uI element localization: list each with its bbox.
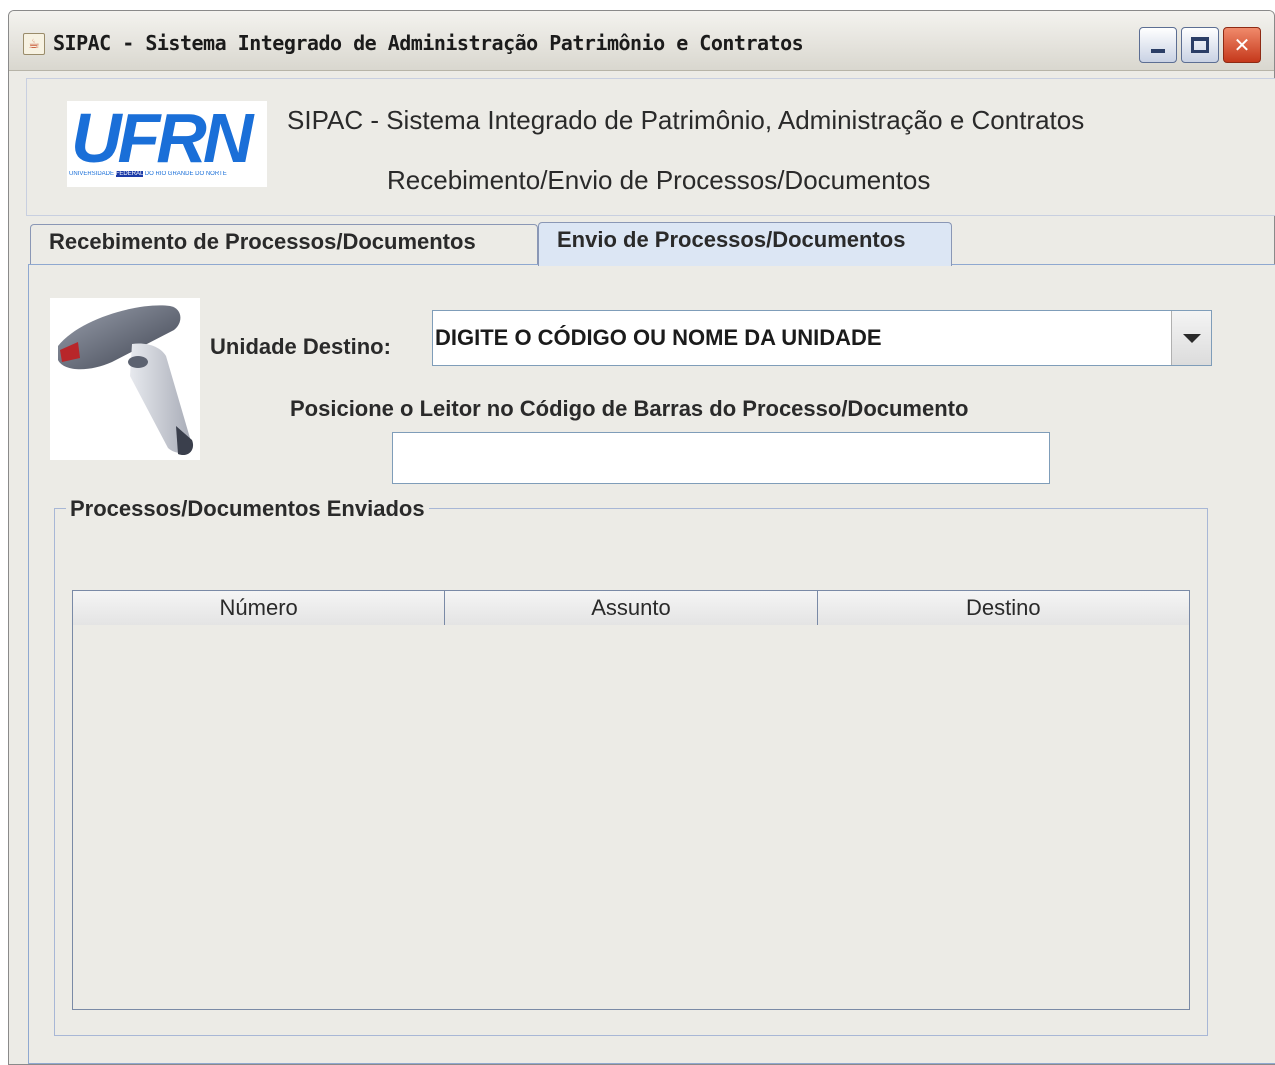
barcode-input[interactable] — [392, 432, 1050, 484]
maximize-icon — [1191, 37, 1209, 53]
header-subtitle: Recebimento/Envio de Processos/Documento… — [387, 165, 931, 195]
logo-subtext-post: DO RIO GRANDE DO NORTE — [143, 171, 227, 177]
ufrn-logo: UFRN UNIVERSIDADE FEDERAL DO RIO GRANDE … — [67, 101, 267, 187]
java-cup-icon: ☕ — [23, 33, 45, 55]
maximize-button[interactable] — [1181, 27, 1219, 63]
table-header: Número Assunto Destino — [73, 591, 1189, 625]
tab-envio[interactable]: Envio de Processos/Documentos — [538, 222, 952, 266]
close-button[interactable]: ✕ — [1223, 27, 1261, 63]
sent-documents-table[interactable]: Número Assunto Destino — [72, 590, 1190, 1010]
unidade-destino-label: Unidade Destino: — [210, 334, 391, 359]
table-body[interactable] — [73, 626, 1189, 1010]
minimize-button[interactable] — [1139, 27, 1177, 63]
column-header-destino[interactable]: Destino — [817, 591, 1189, 625]
unidade-destino-value[interactable]: DIGITE O CÓDIGO OU NOME DA UNIDADE — [435, 325, 882, 351]
chevron-down-icon — [1182, 333, 1201, 343]
close-icon: ✕ — [1233, 33, 1251, 57]
column-header-numero[interactable]: Número — [73, 591, 446, 625]
window-title: SIPAC - Sistema Integrado de Administraç… — [53, 31, 804, 55]
unidade-destino-combo[interactable]: DIGITE O CÓDIGO OU NOME DA UNIDADE — [432, 310, 1212, 366]
sent-documents-title: Processos/Documentos Enviados — [66, 496, 429, 522]
logo-subtext: UNIVERSIDADE FEDERAL DO RIO GRANDE DO NO… — [69, 171, 265, 181]
logo-subtext-highlight: FEDERAL — [115, 171, 144, 177]
tab-recebimento[interactable]: Recebimento de Processos/Documentos — [30, 224, 538, 264]
header-panel: UFRN UNIVERSIDADE FEDERAL DO RIO GRANDE … — [26, 78, 1275, 216]
barcode-instruction-label: Posicione o Leitor no Código de Barras d… — [290, 396, 969, 421]
logo-subtext-pre: UNIVERSIDADE — [69, 171, 116, 177]
column-header-assunto[interactable]: Assunto — [445, 591, 818, 625]
header-title: SIPAC - Sistema Integrado de Patrimônio,… — [287, 105, 1085, 135]
title-bar[interactable]: ☕ SIPAC - Sistema Integrado de Administr… — [9, 11, 1274, 71]
logo-text: UFRN — [71, 99, 253, 177]
dropdown-button[interactable] — [1171, 311, 1211, 365]
barcode-scanner-image — [50, 298, 200, 460]
minimize-icon — [1151, 49, 1165, 53]
